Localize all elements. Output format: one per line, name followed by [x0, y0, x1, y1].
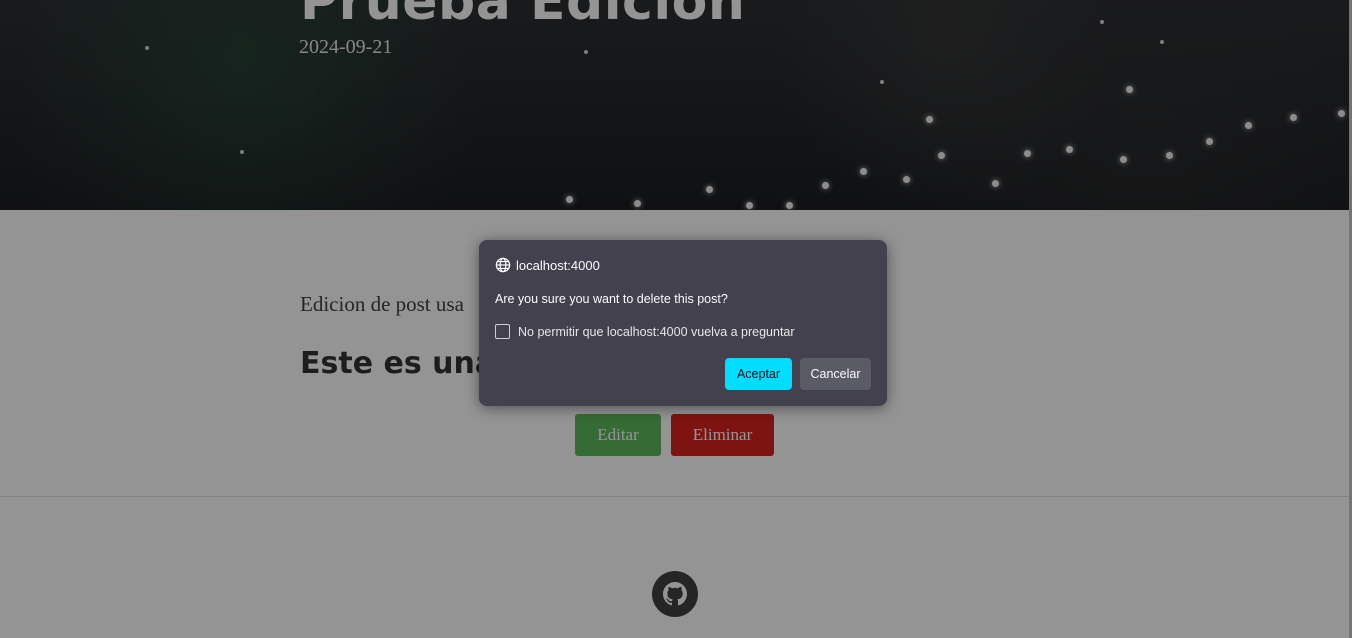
confirm-dialog: localhost:4000 Are you sure you want to …	[479, 240, 887, 406]
cancel-button[interactable]: Cancelar	[800, 358, 871, 390]
dont-ask-again-option[interactable]: No permitir que localhost:4000 vuelva a …	[495, 324, 795, 339]
dialog-origin: localhost:4000	[495, 257, 600, 273]
dont-ask-again-checkbox[interactable]	[495, 324, 510, 339]
globe-icon	[495, 257, 511, 273]
dialog-origin-text: localhost:4000	[516, 257, 600, 273]
dialog-message: Are you sure you want to delete this pos…	[495, 292, 728, 306]
accept-button[interactable]: Aceptar	[725, 358, 792, 390]
dont-ask-again-label[interactable]: No permitir que localhost:4000 vuelva a …	[518, 325, 795, 339]
